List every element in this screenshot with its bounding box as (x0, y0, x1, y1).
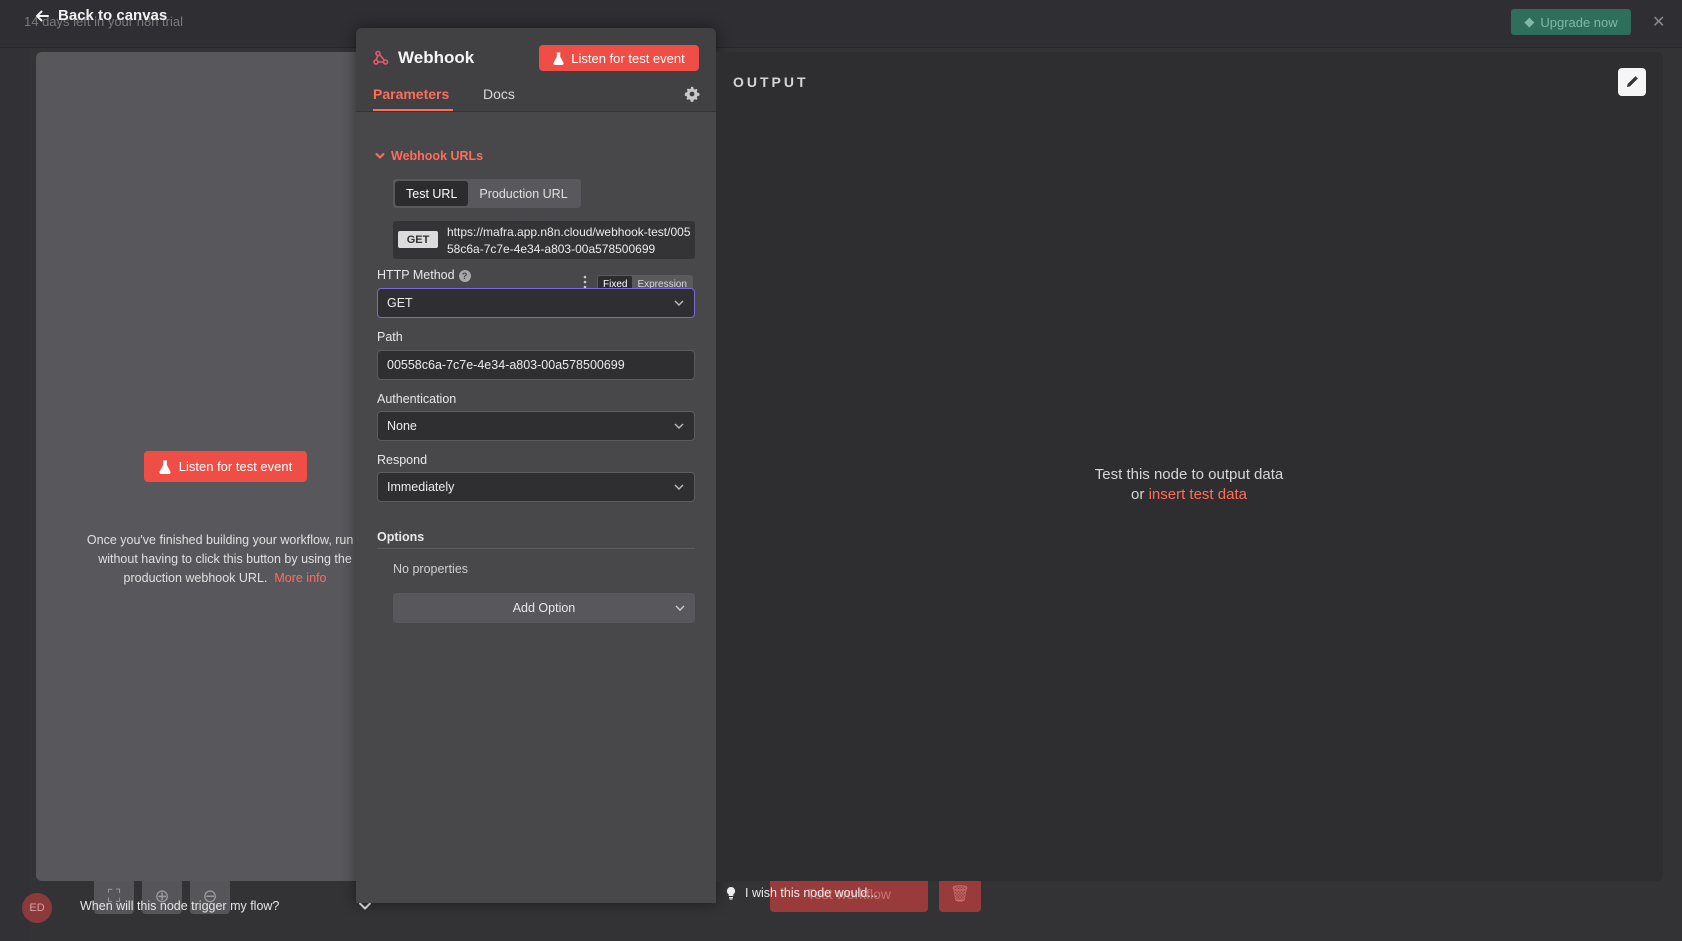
chevron-down-icon (674, 484, 684, 490)
listen-for-test-event-button[interactable]: Listen for test event (144, 451, 307, 482)
respond-value: Immediately (387, 480, 455, 494)
authentication-label: Authentication (377, 392, 457, 406)
listen-label: Listen for test event (571, 50, 685, 66)
output-empty-line: Test this node to output data (1094, 466, 1284, 483)
path-label: Path (377, 330, 403, 344)
authentication-value: None (387, 419, 417, 433)
respond-select[interactable]: Immediately (377, 472, 695, 502)
output-empty-state: Test this node to output data or insert … (1016, 465, 1362, 505)
output-empty-or: or (1131, 486, 1145, 503)
edit-output-button[interactable] (1618, 68, 1646, 96)
tab-parameters[interactable]: Parameters (373, 86, 453, 111)
output-title: OUTPUT (733, 74, 809, 90)
listen-for-test-event-header-button[interactable]: Listen for test event (539, 45, 699, 71)
more-info-link[interactable]: More info (274, 571, 326, 585)
webhook-urls-toggle[interactable]: Webhook URLs (375, 149, 483, 163)
back-to-canvas-link[interactable]: Back to canvas (34, 7, 167, 24)
node-tabs: Parameters Docs (356, 80, 716, 112)
chevron-down-icon (375, 153, 385, 159)
output-panel: OUTPUT Test this node to output data or … (716, 52, 1663, 881)
add-option-label: Add Option (512, 601, 576, 615)
help-icon[interactable]: ? (458, 269, 471, 282)
feedback-label: I wish this node would... (745, 886, 878, 900)
http-method-value: GET (387, 296, 413, 310)
kebab-menu-icon[interactable] (582, 275, 588, 289)
no-properties-text: No properties (393, 562, 469, 576)
feedback-link[interactable]: I wish this node would... (725, 886, 878, 900)
path-input[interactable]: 00558c6a-7c7e-4e34-a803-00a578500699 (377, 350, 695, 380)
gear-icon[interactable] (684, 86, 700, 102)
trigger-question-label: When will this node trigger my flow? (80, 899, 280, 913)
back-to-canvas-label: Back to canvas (58, 7, 168, 24)
http-method-select[interactable]: GET (377, 288, 695, 318)
arrow-left-icon (36, 10, 49, 21)
path-value: 00558c6a-7c7e-4e34-a803-00a578500699 (387, 358, 625, 372)
listen-label: Listen for test event (178, 459, 293, 474)
chevron-down-icon (674, 423, 684, 429)
webhook-icon (373, 50, 389, 65)
parameters-panel: Webhook Listen for test event Parameters… (356, 28, 716, 903)
tab-docs[interactable]: Docs (483, 86, 515, 110)
trigger-question-toggle[interactable]: When will this node trigger my flow? (80, 899, 372, 913)
node-title: Webhook (398, 48, 475, 67)
parameters-body: Webhook URLs Test URL Production URL GET… (356, 112, 716, 903)
node-details-view: Back to canvas Listen for test event Onc… (6, 0, 1682, 941)
webhook-urls-label: Webhook URLs (391, 149, 484, 163)
flask-icon (159, 459, 171, 474)
method-badge: GET (398, 231, 438, 248)
pencil-icon (1627, 76, 1638, 87)
respond-label: Respond (377, 453, 428, 467)
add-option-button[interactable]: Add Option (393, 593, 695, 623)
node-header: Webhook (373, 48, 474, 68)
webhook-url-box[interactable]: GET https://mafra.app.n8n.cloud/webhook-… (393, 221, 695, 259)
production-url-hint: Once you've finished building your workf… (80, 531, 370, 588)
flask-icon (553, 51, 564, 65)
input-panel: Listen for test event Once you've finish… (36, 52, 371, 913)
lightbulb-icon (726, 886, 736, 900)
authentication-select[interactable]: None (377, 411, 695, 441)
insert-test-data-link[interactable]: insert test data (1149, 486, 1247, 503)
http-method-label-text: HTTP Method (377, 268, 455, 282)
chevron-down-icon (674, 300, 684, 306)
options-heading: Options (377, 530, 695, 549)
url-type-switch: Test URL Production URL (393, 179, 581, 208)
chevron-down-icon (675, 605, 685, 611)
webhook-url-text: https://mafra.app.n8n.cloud/webhook-test… (447, 225, 691, 256)
http-method-label: HTTP Method? (377, 268, 471, 282)
production-url-option[interactable]: Production URL (468, 181, 578, 206)
test-url-option[interactable]: Test URL (395, 181, 469, 206)
